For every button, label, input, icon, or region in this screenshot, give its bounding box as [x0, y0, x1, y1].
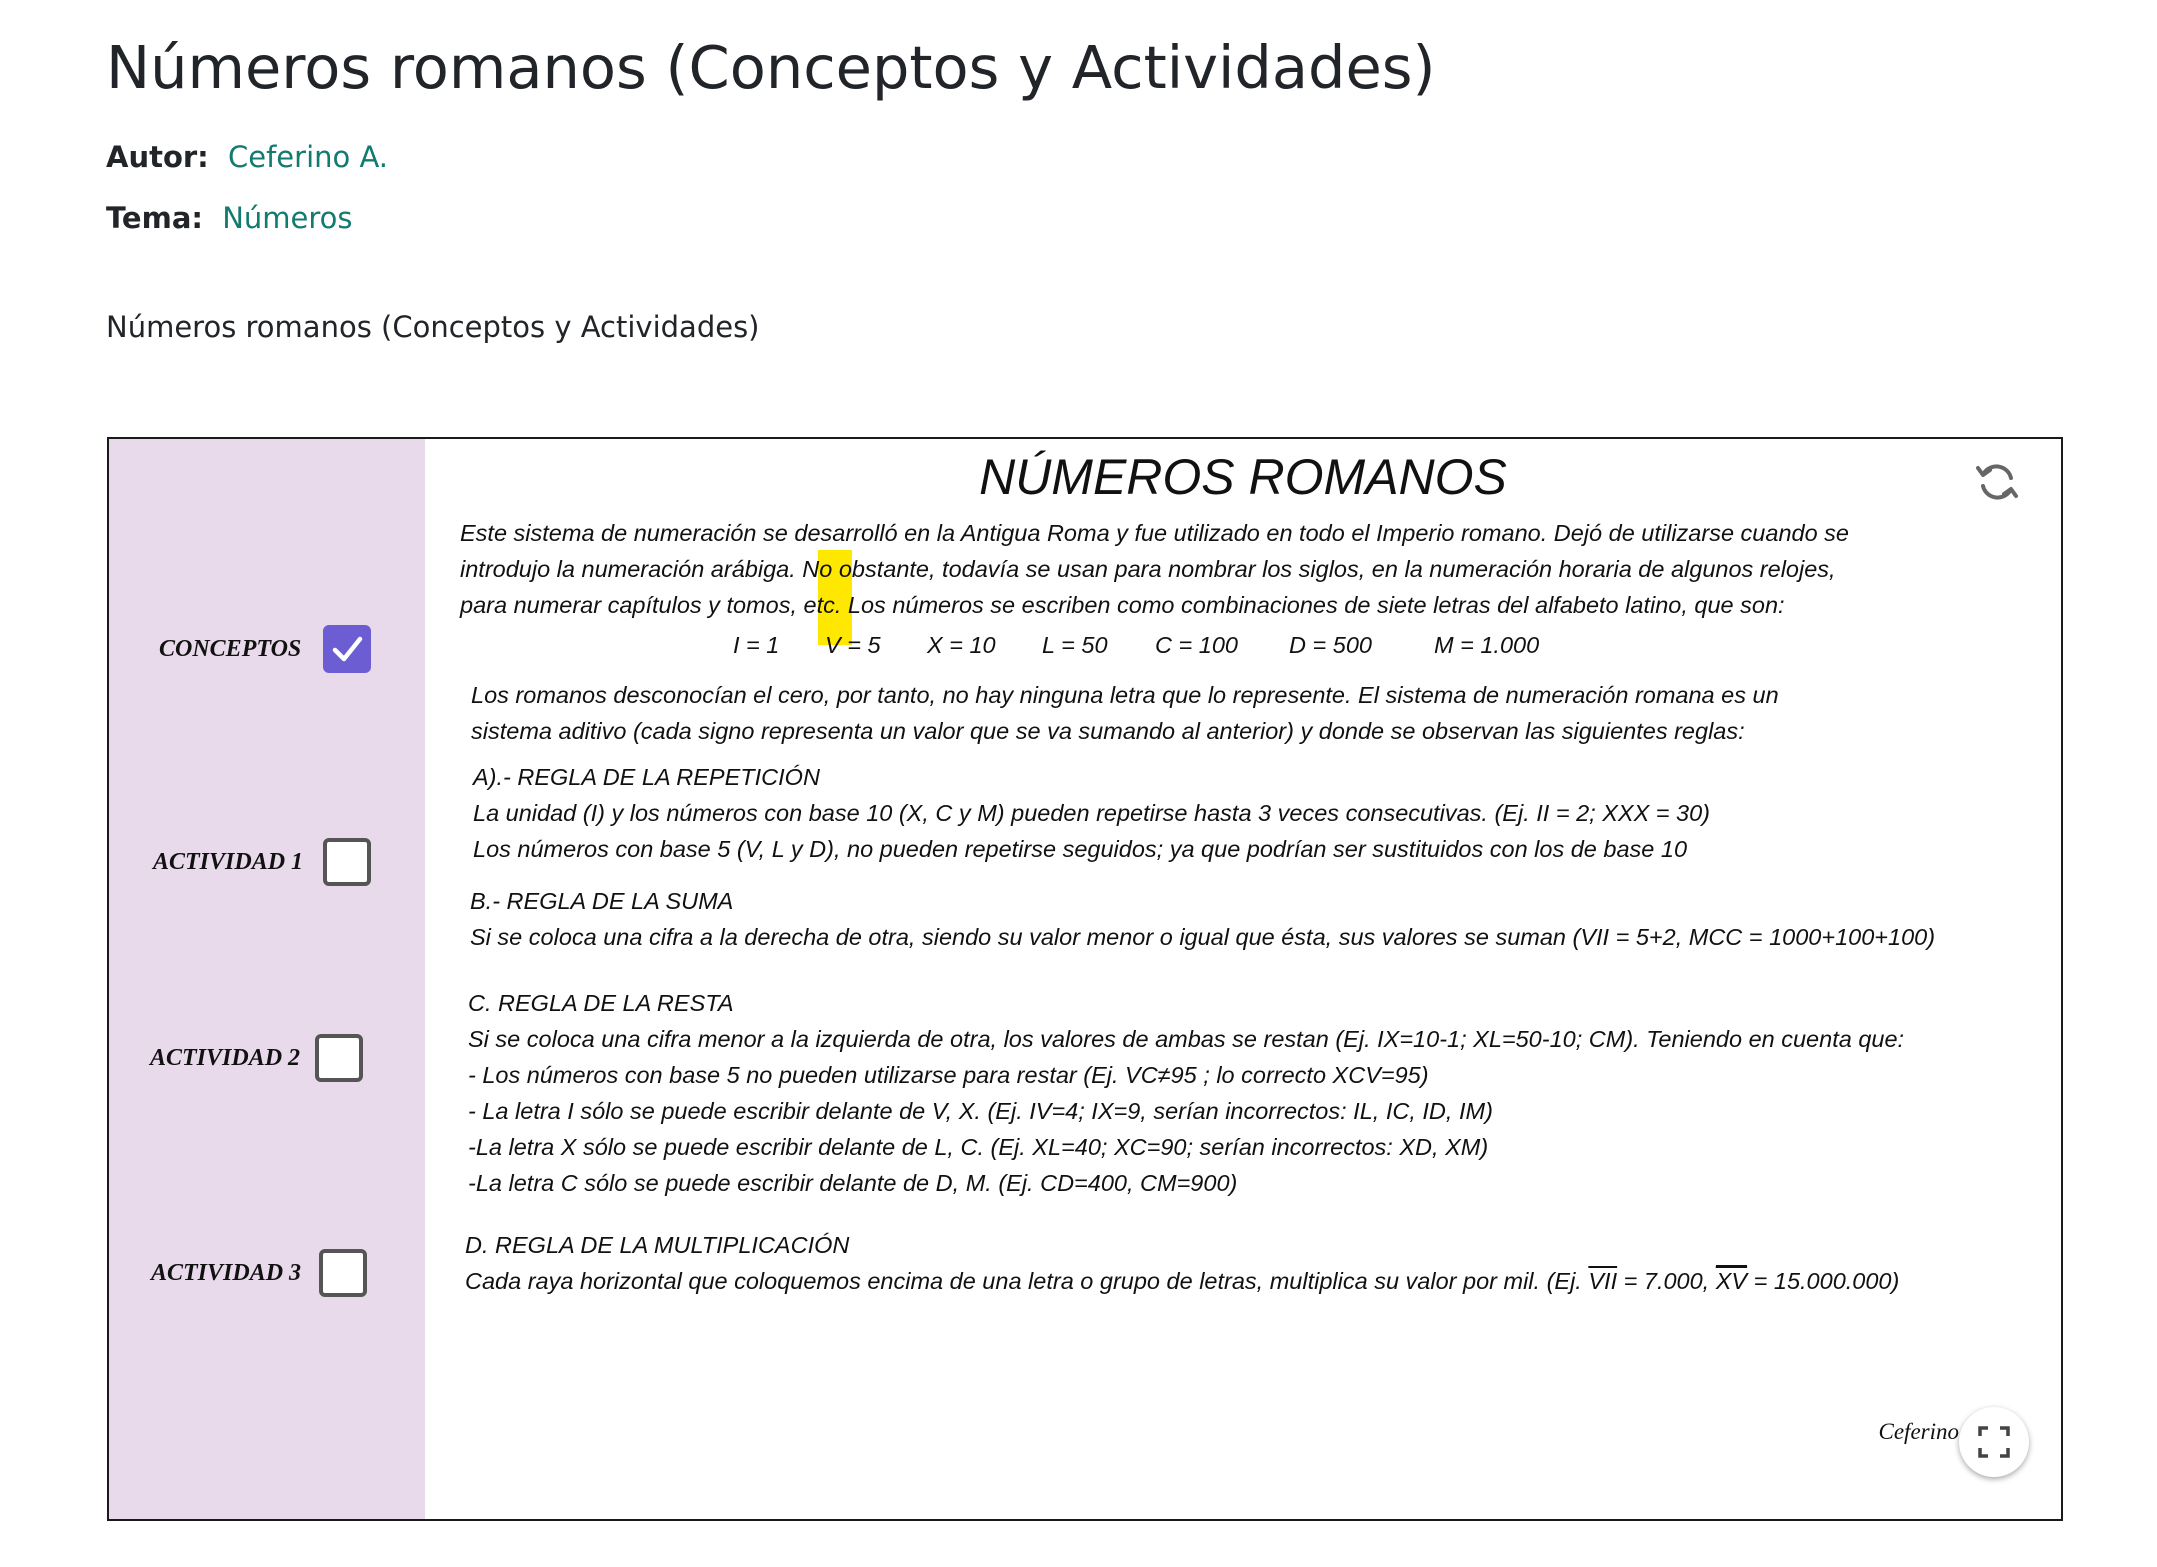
rule-a-line: Los números con base 5 (V, L y D), no pu…	[473, 836, 1688, 862]
conceptos-checkbox[interactable]	[323, 625, 371, 673]
activity-sidebar: CONCEPTOS ACTIVIDAD 1 ACTIVIDAD 2 ACTIVI…	[109, 439, 425, 1519]
roman-value: I = 1	[733, 632, 780, 658]
rule-c-line: -La letra X sólo se puede escribir delan…	[468, 1134, 1489, 1160]
intro-line: Este sistema de numeración se desarrolló…	[460, 520, 1850, 546]
sidebar-item-label: ACTIVIDAD 1	[153, 849, 304, 875]
rule-b-heading: B.- REGLA DE LA SUMA	[470, 888, 734, 914]
roman-value: M = 1.000	[1434, 632, 1540, 658]
author-label: Autor:	[106, 140, 209, 174]
sidebar-item-label: ACTIVIDAD 3	[151, 1260, 302, 1286]
fullscreen-icon	[1978, 1426, 2010, 1458]
rule-c-line: -La letra C sólo se puede escribir delan…	[468, 1170, 1238, 1196]
rule-a-heading: A).- REGLA DE LA REPETICIÓN	[473, 764, 820, 790]
rule-c-line: Si se coloca una cifra menor a la izquie…	[468, 1026, 1905, 1052]
paragraph-line: sistema aditivo (cada signo representa u…	[471, 718, 1745, 744]
topic-row: Tema: Números	[106, 201, 353, 235]
rule-d-text: = 7.000,	[1617, 1268, 1716, 1294]
roman-value: V = 5	[825, 632, 881, 658]
rule-d-text: Cada raya horizontal que coloquemos enci…	[465, 1268, 1589, 1294]
author-link[interactable]: Ceferino A.	[228, 140, 388, 174]
rule-d-heading: D. REGLA DE LA MULTIPLICACIÓN	[465, 1232, 850, 1258]
sidebar-item-conceptos[interactable]: CONCEPTOS	[109, 619, 425, 679]
applet-subtitle: Números romanos (Conceptos y Actividades…	[106, 310, 760, 344]
overlined-numeral: VII	[1588, 1268, 1618, 1294]
rule-b-line: Si se coloca una cifra a la derecha de o…	[470, 924, 1936, 950]
paragraph-line: Los romanos desconocían el cero, por tan…	[471, 682, 1779, 708]
actividad-2-checkbox[interactable]	[315, 1034, 363, 1082]
roman-value: D = 500	[1289, 632, 1372, 658]
roman-value: C = 100	[1155, 632, 1238, 658]
topic-label: Tema:	[106, 201, 203, 235]
sidebar-item-actividad-3[interactable]: ACTIVIDAD 3	[109, 1243, 425, 1303]
sidebar-item-label: ACTIVIDAD 2	[150, 1045, 301, 1071]
content-title: NÚMEROS ROMANOS	[979, 449, 1507, 505]
sidebar-item-label: CONCEPTOS	[159, 636, 302, 662]
double-overlined-numeral: XV	[1715, 1265, 1748, 1294]
actividad-3-checkbox[interactable]	[319, 1249, 367, 1297]
concepts-panel: NÚMEROS ROMANOS Este sistema de numeraci…	[425, 439, 2061, 1519]
refresh-button[interactable]	[1973, 458, 2021, 506]
rule-c-line: - La letra I sólo se puede escribir dela…	[468, 1098, 1493, 1124]
author-row: Autor: Ceferino A.	[106, 140, 388, 174]
sidebar-item-actividad-2[interactable]: ACTIVIDAD 2	[109, 1028, 425, 1088]
roman-value: X = 10	[927, 632, 996, 658]
page-title: Números romanos (Conceptos y Actividades…	[106, 33, 1436, 102]
intro-line: introdujo la numeración arábiga. No obst…	[460, 556, 1836, 582]
actividad-1-checkbox[interactable]	[323, 838, 371, 886]
refresh-icon	[1976, 464, 2018, 500]
check-icon	[332, 636, 363, 662]
author-signature: Ceferino	[1878, 1419, 1960, 1444]
roman-value: L = 50	[1042, 632, 1108, 658]
topic-link[interactable]: Números	[222, 201, 352, 235]
sidebar-item-actividad-1[interactable]: ACTIVIDAD 1	[109, 832, 425, 892]
fullscreen-button[interactable]	[1959, 1407, 2029, 1477]
rule-d-line: Cada raya horizontal que coloquemos enci…	[465, 1263, 1899, 1299]
rule-d-text: = 15.000.000)	[1747, 1268, 1900, 1294]
rule-c-line: - Los números con base 5 no pueden utili…	[468, 1062, 1429, 1088]
geogebra-applet: CONCEPTOS ACTIVIDAD 1 ACTIVIDAD 2 ACTIVI…	[107, 437, 2063, 1521]
rule-a-line: La unidad (I) y los números con base 10 …	[473, 800, 1710, 826]
rule-c-heading: C. REGLA DE LA RESTA	[468, 990, 734, 1016]
intro-line: para numerar capítulos y tomos, etc. Los…	[460, 592, 1785, 618]
